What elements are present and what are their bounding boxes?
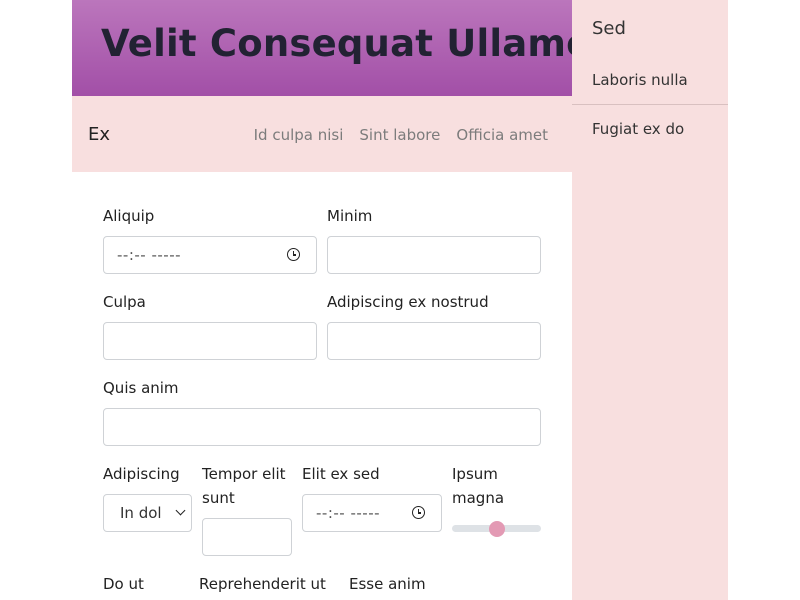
- nav-link-sint-labore[interactable]: Sint labore: [359, 126, 440, 144]
- page-title: Velit Consequat Ullamco: [101, 22, 614, 65]
- culpa-label: Culpa: [103, 293, 146, 311]
- sidebar: Sed Laboris nulla Fugiat ex do: [572, 0, 728, 600]
- aliquip-label: Aliquip: [103, 207, 155, 225]
- adipiscing-label: Adipiscing: [103, 465, 180, 483]
- sidebar-divider: [572, 104, 728, 105]
- clock-icon[interactable]: [287, 248, 300, 261]
- adipiscing-select[interactable]: In dol: [103, 494, 192, 532]
- aliquip-time-value: --:-- -----: [117, 246, 182, 264]
- culpa-input[interactable]: [103, 322, 317, 360]
- elit-ex-sed-label: Elit ex sed: [302, 465, 380, 483]
- minim-input[interactable]: [327, 236, 541, 274]
- esse-anim-label: Esse anim: [349, 575, 426, 593]
- tempor-elit-sunt-input[interactable]: [202, 518, 292, 556]
- sidebar-item-fugiat-ex-do[interactable]: Fugiat ex do: [572, 120, 728, 138]
- main-page: Velit Consequat Ullamco Ex Id culpa nisi…: [72, 0, 614, 600]
- sidebar-item-laboris-nulla[interactable]: Laboris nulla: [572, 71, 728, 89]
- elit-ex-sed-time-value: --:-- -----: [316, 504, 381, 522]
- aliquip-time-input[interactable]: --:-- -----: [103, 236, 317, 274]
- elit-ex-sed-time-input[interactable]: --:-- -----: [302, 494, 442, 532]
- reprehenderit-ut-label: Reprehenderit ut: [199, 575, 326, 593]
- navbar-brand[interactable]: Ex: [88, 124, 110, 145]
- adipiscing-ex-nostrud-label: Adipiscing ex nostrud: [327, 293, 489, 311]
- nav-links: Id culpa nisi Sint labore Officia amet: [254, 126, 548, 144]
- nav-link-officia-amet[interactable]: Officia amet: [456, 126, 548, 144]
- quis-anim-label: Quis anim: [103, 379, 179, 397]
- clock-icon[interactable]: [412, 506, 425, 519]
- chevron-down-icon: [175, 505, 186, 516]
- navbar: Ex Id culpa nisi Sint labore Officia ame…: [72, 96, 572, 172]
- minim-label: Minim: [327, 207, 373, 225]
- sidebar-title: Sed: [592, 18, 626, 39]
- adipiscing-select-value: In dol: [120, 504, 162, 522]
- ipsum-magna-label: Ipsum magna: [452, 465, 505, 507]
- page-header: Velit Consequat Ullamco: [72, 0, 614, 96]
- slider-thumb[interactable]: [488, 521, 505, 537]
- quis-anim-input[interactable]: [103, 408, 541, 446]
- adipiscing-ex-nostrud-input[interactable]: [327, 322, 541, 360]
- nav-link-id-culpa-nisi[interactable]: Id culpa nisi: [254, 126, 344, 144]
- do-ut-label: Do ut: [103, 575, 144, 593]
- tempor-elit-sunt-label: Tempor elit sunt: [202, 465, 286, 507]
